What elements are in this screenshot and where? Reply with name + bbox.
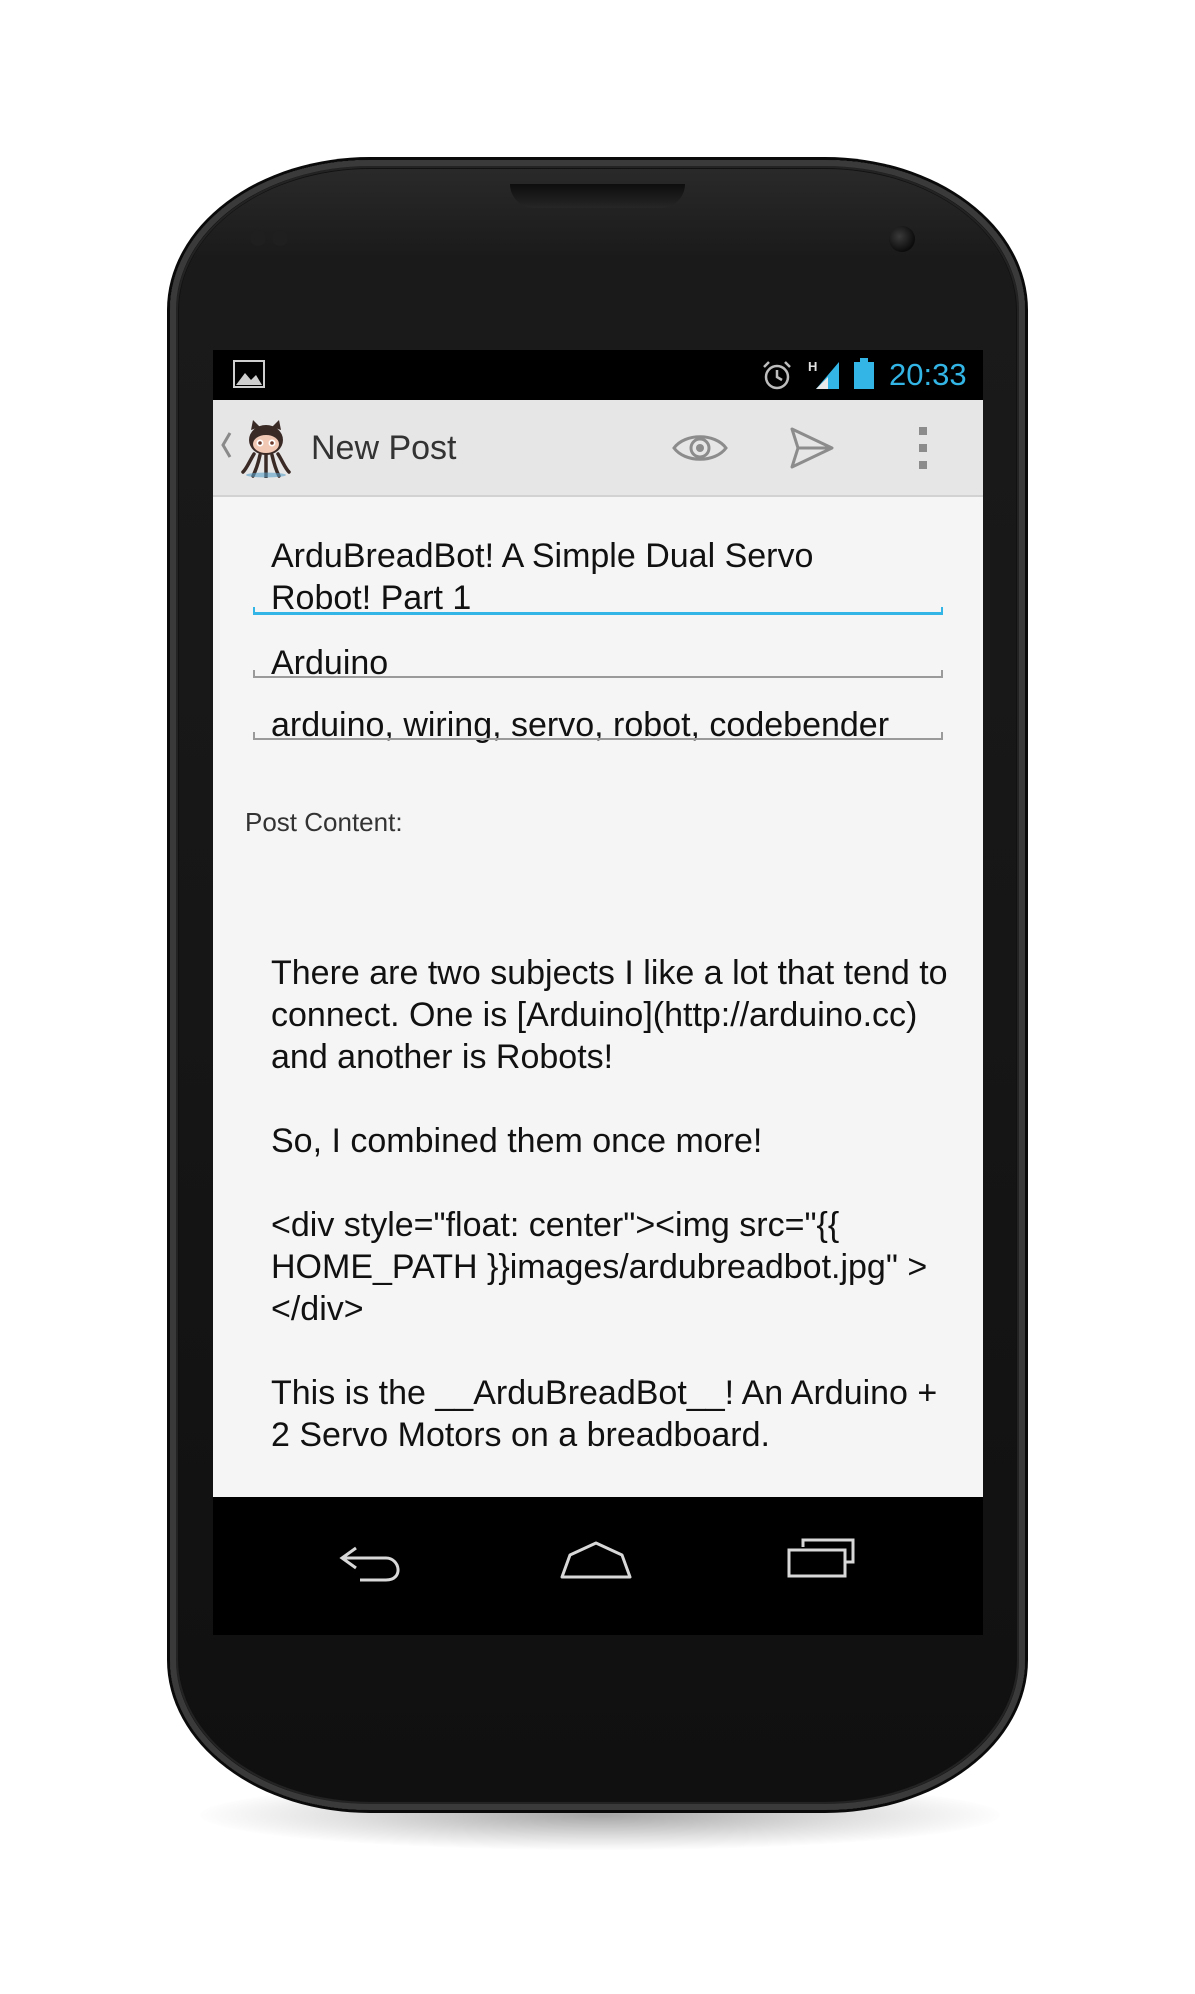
title-input-text[interactable]: ArduBreadBot! A Simple Dual Servo Robot!… (253, 535, 943, 619)
octocat-app-logo-icon[interactable] (239, 420, 293, 478)
proximity-sensor (250, 230, 266, 246)
overflow-menu-icon[interactable] (913, 425, 933, 471)
picture-notification-icon (233, 360, 265, 388)
battery-icon (854, 358, 874, 389)
status-bar: H 20:33 (213, 350, 983, 400)
status-clock: 20:33 (889, 357, 967, 392)
navigation-bar (213, 1497, 983, 1635)
content-paragraph: There are two subjects I like a lot that… (271, 954, 948, 1076)
network-type-label: H (808, 359, 817, 374)
post-content-input[interactable]: There are two subjects I like a lot that… (271, 952, 951, 1497)
action-bar-title: New Post (311, 429, 457, 467)
screen: H 20:33 New Post ArduBreadBot! A Simple … (213, 350, 983, 1635)
post-editor: ArduBreadBot! A Simple Dual Servo Robot!… (213, 497, 983, 1497)
signal-icon: H (808, 359, 839, 389)
back-icon[interactable] (338, 1542, 408, 1584)
title-field[interactable]: ArduBreadBot! A Simple Dual Servo Robot!… (253, 535, 943, 617)
content-paragraph: This is the __ArduBreadBot__! An Arduino… (271, 1374, 938, 1454)
alarm-icon (763, 361, 791, 390)
title-field-underline (253, 607, 943, 615)
front-camera (889, 226, 915, 252)
recent-apps-icon[interactable] (785, 1537, 857, 1579)
category-field[interactable]: Arduino (253, 642, 943, 682)
post-content-label: Post Content: (245, 807, 403, 837)
action-bar: New Post (213, 400, 983, 497)
content-paragraph: So, I combined them once more! (271, 1122, 763, 1160)
tags-field[interactable]: arduino, wiring, servo, robot, codebende… (253, 704, 943, 744)
up-caret-icon[interactable] (219, 430, 233, 460)
tags-field-underline (253, 732, 943, 740)
send-icon[interactable] (789, 426, 835, 470)
content-paragraph: <div style="float: center"><img src="{{ … (271, 1206, 928, 1328)
home-icon[interactable] (558, 1539, 634, 1581)
category-field-underline (253, 670, 943, 678)
preview-eye-icon[interactable] (671, 428, 729, 468)
page: H 20:33 New Post ArduBreadBot! A Simple … (0, 0, 1195, 1994)
earpiece (510, 184, 685, 208)
